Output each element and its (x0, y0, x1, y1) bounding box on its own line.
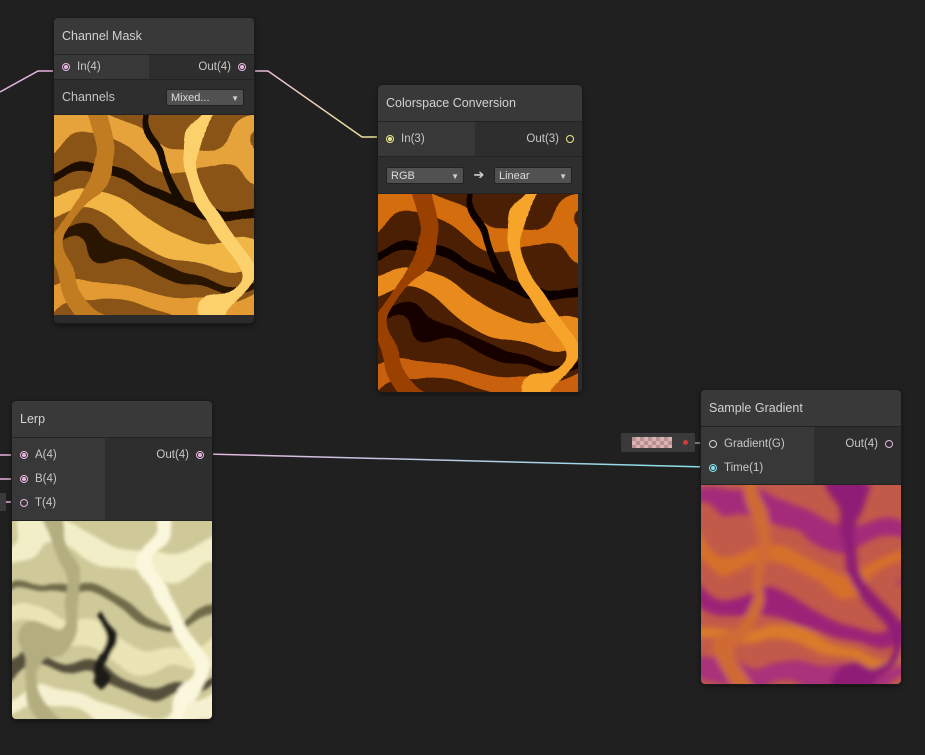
output-port-out[interactable]: Out(3) (475, 122, 582, 156)
wire-into-channel-mask[interactable] (0, 70, 60, 93)
port-label: Time(1) (724, 462, 764, 474)
port-connector-icon[interactable] (196, 451, 204, 459)
port-connector-icon[interactable] (20, 451, 28, 459)
node-preview-image (701, 485, 901, 684)
output-ports: Out(4) (814, 427, 901, 484)
input-ports: A(4) B(4) T(4) (12, 438, 105, 520)
node-title: Channel Mask (54, 18, 254, 55)
arrow-right-icon: ➔ (473, 167, 485, 182)
node-preview-image (54, 115, 254, 315)
ports-row: In(4) Out(4) (54, 55, 254, 80)
output-ports: Out(3) (475, 122, 582, 156)
port-connector-icon[interactable] (709, 440, 717, 448)
channels-row: Channels Mixed... ▼ (54, 80, 254, 115)
ports-row: In(3) Out(3) (378, 122, 582, 157)
chevron-down-icon: ▼ (559, 171, 567, 181)
chevron-down-icon: ▼ (451, 171, 459, 181)
ports-row: Gradient(G) Time(1) Out(4) (701, 427, 901, 485)
input-ports: Gradient(G) Time(1) (701, 427, 814, 484)
channels-dropdown[interactable]: Mixed... ▼ (166, 88, 244, 106)
colorspace-conversion-node[interactable]: Colorspace Conversion In(3) Out(3) RGB ▼… (378, 85, 582, 392)
input-port-in[interactable]: In(4) (54, 55, 149, 79)
gradient-field[interactable] (621, 433, 695, 452)
port-label: In(4) (77, 61, 101, 73)
node-preview-image (12, 521, 212, 719)
port-connector-icon[interactable] (20, 475, 28, 483)
output-port-out[interactable]: Out(4) (105, 443, 212, 467)
input-port-gradient[interactable]: Gradient(G) (701, 432, 814, 456)
wire-lerp-to-sample-gradient[interactable] (205, 453, 707, 468)
chevron-down-icon: ▼ (231, 93, 239, 103)
input-port-time[interactable]: Time(1) (701, 456, 814, 480)
port-label: T(4) (35, 497, 57, 509)
input-port-b[interactable]: B(4) (12, 467, 105, 491)
input-port-t[interactable]: T(4) (12, 491, 105, 515)
sample-gradient-node[interactable]: Sample Gradient Gradient(G) Time(1) Out(… (701, 390, 901, 684)
conversion-row: RGB ▼ ➔ Linear ▼ (378, 157, 582, 194)
output-ports: Out(4) (105, 438, 212, 520)
port-label: Out(4) (198, 61, 231, 73)
to-colorspace-dropdown[interactable]: Linear ▼ (494, 166, 572, 184)
input-ports: In(4) (54, 55, 149, 79)
port-label: B(4) (35, 473, 57, 485)
channels-label: Channels (62, 90, 115, 104)
lerp-t-input-field[interactable] (0, 493, 6, 511)
output-port-out[interactable]: Out(4) (149, 55, 254, 79)
port-label: Out(3) (526, 133, 559, 145)
dropdown-value: RGB (391, 169, 415, 182)
port-label: In(3) (401, 133, 425, 145)
wire-channel-mask-to-colorspace[interactable] (248, 70, 384, 138)
gradient-connection-dot-icon (683, 440, 688, 445)
input-port-a[interactable]: A(4) (12, 443, 105, 467)
input-port-in[interactable]: In(3) (378, 122, 475, 156)
node-preview-image (378, 194, 578, 392)
dropdown-value: Linear (499, 169, 530, 182)
port-connector-icon[interactable] (386, 135, 394, 143)
port-connector-icon[interactable] (62, 63, 70, 71)
node-title: Lerp (12, 401, 212, 438)
node-title: Sample Gradient (701, 390, 901, 427)
port-connector-icon[interactable] (885, 440, 893, 448)
lerp-node[interactable]: Lerp A(4) B(4) T(4) Out(4) (12, 401, 212, 719)
gradient-swatch[interactable] (632, 437, 672, 448)
port-label: A(4) (35, 449, 57, 461)
channel-mask-node[interactable]: Channel Mask In(4) Out(4) Channels Mixed… (54, 18, 254, 323)
input-ports: In(3) (378, 122, 475, 156)
output-port-out[interactable]: Out(4) (814, 432, 901, 456)
output-ports: Out(4) (149, 55, 254, 79)
dropdown-value: Mixed... (171, 91, 210, 104)
port-label: Gradient(G) (724, 438, 785, 450)
node-title: Colorspace Conversion (378, 85, 582, 122)
from-colorspace-dropdown[interactable]: RGB ▼ (386, 166, 464, 184)
ports-row: A(4) B(4) T(4) Out(4) (12, 438, 212, 521)
port-connector-icon[interactable] (566, 135, 574, 143)
port-label: Out(4) (156, 449, 189, 461)
port-label: Out(4) (845, 438, 878, 450)
port-connector-icon[interactable] (20, 499, 28, 507)
port-connector-icon[interactable] (709, 464, 717, 472)
port-connector-icon[interactable] (238, 63, 246, 71)
